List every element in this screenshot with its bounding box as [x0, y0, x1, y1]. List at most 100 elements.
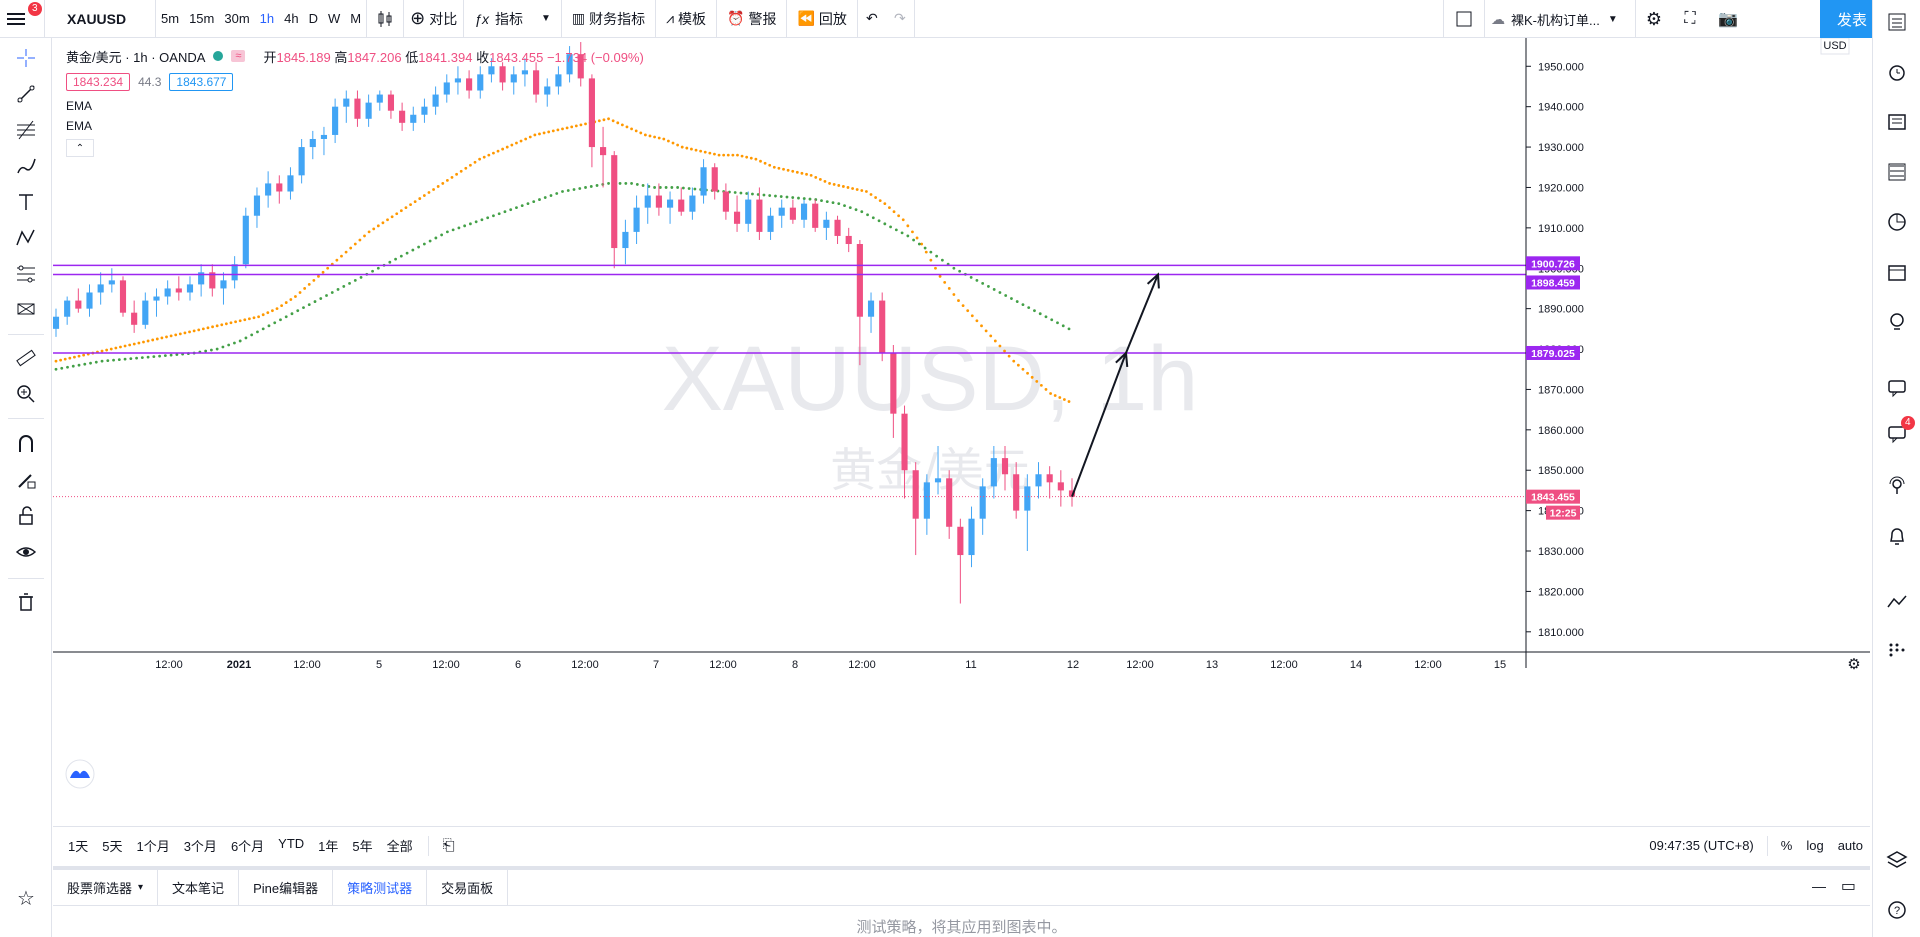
layout-square-button[interactable]	[1444, 0, 1484, 38]
candle[interactable]	[722, 183, 729, 220]
candle[interactable]	[622, 219, 629, 265]
trading-button[interactable]	[1883, 588, 1911, 616]
range-button[interactable]: 3个月	[177, 836, 224, 855]
fib-tool[interactable]	[12, 116, 40, 144]
settings-button[interactable]: ⚙	[1636, 0, 1672, 38]
bid-box[interactable]: 1843.234	[66, 73, 131, 91]
candle[interactable]	[265, 171, 272, 208]
legend-title[interactable]: 黄金/美元 · 1h · OANDA	[66, 47, 205, 66]
icons-tool[interactable]	[12, 296, 40, 324]
range-button[interactable]: 1天	[61, 836, 95, 855]
candle[interactable]	[946, 470, 953, 539]
notifications-button[interactable]	[1883, 522, 1911, 550]
indicators-button[interactable]: ƒx 指标 ▼	[464, 0, 561, 38]
interval-1h[interactable]: 1h	[255, 0, 279, 38]
candle[interactable]	[220, 272, 227, 305]
last-price-label[interactable]: 1843.455	[1531, 492, 1575, 504]
candle[interactable]	[845, 227, 852, 253]
level-price-label[interactable]: 1898.459	[1531, 277, 1575, 289]
candle[interactable]	[1046, 466, 1053, 499]
tv-logo[interactable]	[65, 759, 95, 789]
alert-button[interactable]: ⏰ 警报	[717, 0, 786, 38]
candle[interactable]	[108, 268, 115, 293]
dom-button[interactable]	[1883, 636, 1911, 664]
candle[interactable]	[633, 195, 640, 245]
auto-toggle[interactable]: auto	[1831, 838, 1870, 853]
candle[interactable]	[131, 300, 138, 333]
bottom-tab[interactable]: Pine编辑器	[239, 869, 334, 906]
candle[interactable]	[767, 207, 774, 240]
candle[interactable]	[733, 195, 741, 232]
interval-30m[interactable]: 30m	[219, 0, 254, 38]
candle[interactable]	[912, 462, 919, 556]
candle[interactable]	[198, 264, 205, 297]
screenshot-button[interactable]: 📷	[1708, 0, 1748, 38]
candle[interactable]	[97, 272, 104, 305]
axis-settings-icon[interactable]: ⚙	[1847, 656, 1860, 673]
candle[interactable]	[979, 478, 986, 535]
candle[interactable]	[253, 187, 261, 228]
help-button[interactable]: ?	[1883, 896, 1911, 924]
brush-tool[interactable]	[12, 152, 40, 180]
chart-type-button[interactable]	[367, 0, 403, 38]
candle[interactable]	[957, 518, 964, 604]
layout-select[interactable]: ☁ 裸K-机构订单... ▼	[1485, 0, 1635, 38]
range-button[interactable]: 1个月	[129, 836, 176, 855]
alerts-button[interactable]	[1883, 58, 1911, 86]
pattern-tool[interactable]	[12, 224, 40, 252]
candle[interactable]	[644, 183, 651, 224]
candle[interactable]	[834, 215, 841, 245]
range-button[interactable]: 全部	[380, 836, 420, 855]
prediction-tool[interactable]	[12, 260, 40, 288]
candle[interactable]	[153, 288, 160, 317]
candle[interactable]	[867, 292, 875, 333]
interval-4h[interactable]: 4h	[279, 0, 303, 38]
bottom-tab[interactable]: 策略测试器	[333, 869, 428, 906]
menu-button[interactable]: 3	[0, 0, 44, 38]
level-price-label[interactable]: 1900.726	[1531, 258, 1575, 270]
range-button[interactable]: 6个月	[224, 836, 271, 855]
candle[interactable]	[800, 199, 808, 228]
candle[interactable]	[1057, 470, 1064, 507]
range-button[interactable]: 5天	[95, 836, 129, 855]
text-tool[interactable]	[12, 188, 40, 216]
layers-button[interactable]	[1883, 846, 1911, 874]
collapse-legend-button[interactable]: ⌃	[66, 139, 94, 157]
news-button[interactable]	[1883, 108, 1911, 136]
goto-date-icon[interactable]: ⎗	[437, 837, 461, 854]
candle[interactable]	[823, 211, 830, 240]
redo-button[interactable]: ↷	[886, 0, 914, 38]
candle[interactable]	[611, 151, 618, 269]
calendar-button[interactable]	[1883, 258, 1911, 286]
candle[interactable]	[689, 187, 696, 220]
candle[interactable]	[75, 288, 82, 313]
stay-drawing-tool[interactable]	[12, 466, 40, 494]
candle[interactable]	[812, 199, 819, 232]
chats-button[interactable]	[1883, 374, 1911, 402]
candle[interactable]	[789, 199, 796, 224]
candle[interactable]	[142, 292, 149, 329]
candle[interactable]	[678, 187, 685, 216]
range-button[interactable]: 5年	[345, 836, 379, 855]
symbol-search[interactable]: XAUUSD	[45, 0, 155, 38]
messages-button[interactable]: 4	[1883, 416, 1915, 448]
compare-button[interactable]: ⊕ 对比	[404, 0, 463, 38]
candle[interactable]	[1035, 462, 1042, 499]
candle[interactable]	[242, 207, 249, 269]
interval-W[interactable]: W	[323, 0, 345, 38]
watchlist-button[interactable]	[1883, 8, 1911, 36]
indicator-ema-1[interactable]: EMA	[66, 99, 92, 113]
candle[interactable]	[879, 292, 886, 362]
candle[interactable]	[231, 256, 238, 289]
candle[interactable]	[700, 159, 707, 204]
range-button[interactable]: 1年	[311, 836, 345, 855]
templates-button[interactable]: ⩘ 模板	[656, 0, 716, 38]
candle[interactable]	[175, 276, 182, 301]
visibility-tool[interactable]	[12, 538, 40, 566]
ruler-tool[interactable]	[12, 344, 40, 372]
zoom-tool[interactable]	[12, 380, 40, 408]
favorites-tool[interactable]: ☆	[12, 884, 40, 912]
remove-drawings-tool[interactable]	[12, 588, 40, 616]
crosshair-tool[interactable]	[12, 44, 40, 72]
minimize-panel-icon[interactable]: —	[1812, 878, 1826, 894]
